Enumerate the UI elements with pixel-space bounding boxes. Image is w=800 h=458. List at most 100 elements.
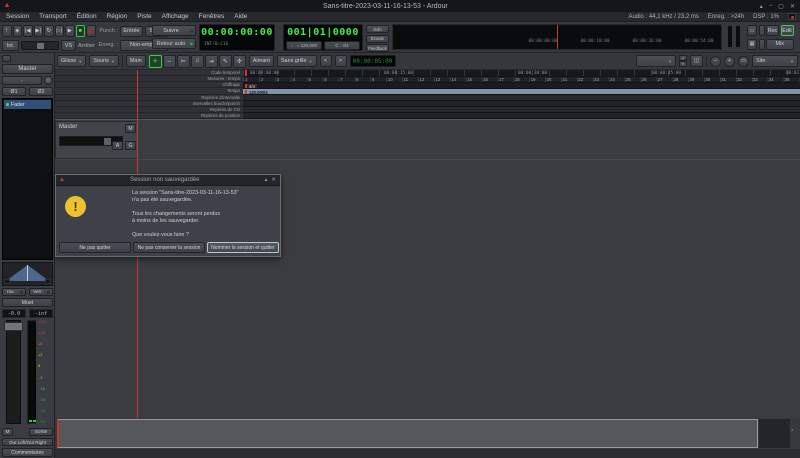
input-selector-button[interactable]: - (2, 76, 42, 85)
timecode-ruler[interactable]: 00:00:00:00 00:00:15:00 00:00:30:00 00:00:4… (243, 70, 800, 77)
snap-button[interactable]: Aimant (248, 55, 274, 67)
punch-in-button[interactable]: Entrée (120, 25, 143, 37)
varispeed-button[interactable]: VS (61, 40, 76, 51)
auto-return-button[interactable]: Retour auto (152, 38, 196, 49)
peak-display[interactable]: -inf (29, 309, 53, 318)
strip-fader-track[interactable] (6, 320, 21, 424)
loop-button[interactable]: ↻ (44, 25, 54, 37)
grab-tool-button[interactable]: ✛ (148, 54, 162, 68)
comments-button[interactable]: Commentaires (2, 448, 53, 457)
strip-name-button[interactable]: Master (2, 64, 53, 74)
menu-item[interactable]: Affichage (162, 13, 189, 20)
stretch-tool-button[interactable]: ⇥ (204, 54, 218, 68)
grid-dropdown[interactable]: Sans grille ▼ (276, 55, 317, 67)
sync-source-button[interactable]: Int. (2, 40, 19, 51)
zoom-in-button[interactable]: + (724, 55, 735, 67)
dont-quit-button[interactable]: Ne pas quitter (59, 242, 131, 253)
maximize-icon[interactable]: ▢ (778, 3, 784, 10)
aux-mode-icon[interactable] (758, 38, 765, 50)
solo-isolate-button[interactable]: Iso. (2, 288, 26, 296)
track-mute-button[interactable]: M (125, 124, 136, 133)
save-view-icon[interactable]: ◫ (690, 55, 703, 67)
metering-mode-button[interactable]: M (2, 428, 13, 436)
stop-button[interactable]: ■ (75, 25, 85, 37)
mixer-page-button[interactable]: Mix (766, 38, 794, 50)
track-gain-handle[interactable] (104, 138, 111, 145)
nudge-forward-button[interactable]: > (334, 55, 347, 67)
audition-tool-button[interactable]: ♫ (190, 54, 204, 68)
summary-scroll-right-icon[interactable]: › (791, 427, 793, 434)
play-range-button[interactable]: ▷| (54, 25, 64, 37)
error-log-button[interactable] (788, 13, 796, 20)
editor-canvas[interactable]: Master M A G (55, 119, 800, 418)
menu-item[interactable]: Édition (77, 13, 97, 20)
menu-item[interactable]: Région (107, 13, 128, 20)
draw-tool-button[interactable]: ✎ (218, 54, 232, 68)
processor-box[interactable]: Fader (2, 98, 53, 260)
shuttle-handle[interactable] (37, 43, 44, 49)
close-icon[interactable]: ✕ (790, 3, 795, 10)
recorder-page-button[interactable]: Rec (766, 25, 779, 36)
track-automation-button[interactable]: A (112, 141, 123, 150)
phase-invert-1-button[interactable]: Ø1 (2, 87, 26, 96)
solo-lock-button[interactable]: Verr. (29, 288, 53, 296)
meter-button[interactable]: C : 4/4 (324, 41, 360, 50)
track-group-button[interactable]: G (125, 141, 136, 150)
zoom-to-session-button[interactable]: ▭ (738, 55, 749, 67)
drag-mode-dropdown[interactable]: Glisse ▼ (57, 55, 87, 67)
zoom-out-button[interactable]: − (710, 55, 721, 67)
meter-marker[interactable]: 4/4 (245, 83, 257, 88)
primary-clock[interactable]: 00:00:00:00 INT/0:C16 (199, 24, 275, 51)
play-button[interactable]: ▶ (65, 25, 75, 37)
marker-combo[interactable]: ▼ (636, 55, 676, 67)
minimize-icon[interactable]: − (769, 3, 773, 10)
selection-mode-icon[interactable]: ▭ (747, 25, 757, 36)
summary-overview[interactable] (57, 419, 758, 448)
menu-item[interactable]: Fenêtres (199, 13, 225, 20)
dialog-close-icon[interactable]: ✕ (271, 177, 276, 183)
listen-button[interactable]: Écoute (366, 34, 389, 43)
zoom-focus-dropdown[interactable]: Site ▼ (752, 55, 798, 67)
master-track-header[interactable]: Master M A G (55, 121, 138, 159)
visible-tracks-stepper[interactable]: ▲ ▼ (679, 55, 687, 67)
nudge-clock[interactable]: 00:00:05:00 (349, 55, 396, 67)
strip-fader-handle[interactable] (4, 322, 23, 331)
name-and-quit-button[interactable]: Nommer la session et quitter (207, 242, 279, 253)
pan-control[interactable] (2, 262, 53, 286)
tempo-button[interactable]: ♩ = 120,000 (286, 41, 322, 50)
editor-page-button[interactable]: Edit (780, 25, 794, 36)
gain-display[interactable]: -0.0 (2, 309, 26, 318)
nudge-back-button[interactable]: < (319, 55, 332, 67)
trim-knob[interactable] (44, 76, 53, 85)
mute-button[interactable]: Muet (2, 298, 53, 307)
mini-timeline[interactable]: 00:00:00:00 00:00:18:00 00:00:36:00 00:00:5… (392, 24, 722, 50)
follow-playhead-button[interactable]: Suivre (152, 25, 196, 36)
midi-panic-button[interactable]: ! (2, 25, 12, 37)
goto-start-button[interactable]: |◀ (23, 25, 33, 37)
fader-processor-entry[interactable]: Fader (4, 100, 51, 109)
pin-icon[interactable]: ▴ (760, 3, 763, 10)
snapshot-icon[interactable]: ▦ (747, 38, 757, 50)
menu-item[interactable]: Aide (234, 13, 247, 20)
mouse-mode-dropdown[interactable]: Souris ▼ (89, 55, 119, 67)
feedback-button[interactable]: Feedback (366, 44, 389, 52)
processor-active-led-icon[interactable] (6, 103, 9, 106)
secondary-clock[interactable]: 001|01|0000 ♩ = 120,000 C : 4/4 (283, 24, 363, 51)
goto-end-button[interactable]: ▶| (33, 25, 43, 37)
internal-edit-tool-button[interactable]: ✣ (232, 54, 246, 68)
cut-tool-button[interactable]: ✂ (176, 54, 190, 68)
tempo-marker[interactable]: 120,000/4 (245, 89, 270, 94)
dialog-shade-icon[interactable]: ▴ (265, 177, 268, 183)
strip-options-button[interactable] (2, 55, 11, 62)
menu-item[interactable]: Piste (137, 13, 151, 20)
smart-mode-button[interactable]: Main (125, 55, 146, 67)
lock-button[interactable]: ◈ (12, 25, 22, 37)
shuttle-slider[interactable] (21, 41, 59, 50)
discard-session-button[interactable]: Ne pas conserver la session (133, 242, 205, 253)
menu-item[interactable]: Session (6, 13, 29, 20)
output-button[interactable]: Out Left/Out Right (2, 438, 53, 446)
range-tool-button[interactable]: ↔ (162, 54, 176, 68)
solo-button[interactable]: Solo (366, 25, 389, 33)
phase-invert-2-button[interactable]: Ø2 (29, 87, 53, 96)
metering-point-button[interactable]: Sortie (29, 428, 53, 436)
